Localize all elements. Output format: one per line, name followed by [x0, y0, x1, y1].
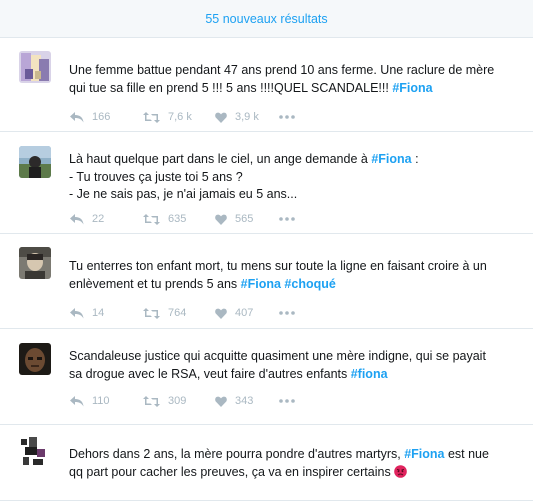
like-button[interactable]: 3,9 k	[215, 111, 279, 123]
reply-count: 22	[92, 213, 105, 225]
tweet-actions: 14 764 407	[70, 307, 303, 319]
tweet-text: Scandaleuse justice qui acquitte quasime…	[69, 349, 486, 381]
reply-button[interactable]: 14	[70, 307, 143, 319]
retweet-count: 764	[168, 307, 187, 319]
reply-count: 166	[92, 111, 111, 123]
tweet[interactable]: Une femme battue pendant 47 ans prend 10…	[0, 38, 533, 132]
hashtag-link[interactable]: #Fiona	[392, 81, 432, 95]
tweet-body: Scandaleuse justice qui acquitte quasime…	[69, 348, 525, 383]
avatar[interactable]	[19, 51, 51, 83]
avatar[interactable]	[19, 343, 51, 375]
reply-icon	[70, 307, 84, 318]
more-icon	[279, 399, 295, 403]
more-icon	[279, 311, 295, 315]
reply-button[interactable]: 166	[70, 111, 143, 123]
tweet-text: Une femme battue pendant 47 ans prend 10…	[69, 63, 495, 95]
retweet-icon	[143, 395, 160, 407]
reply-button[interactable]: 22	[70, 213, 143, 225]
retweet-icon	[143, 213, 160, 225]
hashtag-link[interactable]: #fiona	[351, 367, 388, 381]
tweet-body: Dehors dans 2 ans, la mère pourra pondre…	[69, 446, 525, 481]
avatar[interactable]	[19, 247, 51, 279]
retweet-count: 635	[168, 213, 187, 225]
heart-icon	[215, 308, 227, 319]
tweet-body: Là haut quelque part dans le ciel, un an…	[69, 151, 525, 204]
hashtag-link[interactable]: #choqué	[284, 277, 335, 291]
more-button[interactable]	[279, 311, 303, 315]
avatar[interactable]	[19, 146, 51, 178]
like-count: 343	[235, 395, 254, 407]
reply-count: 110	[92, 395, 110, 407]
retweet-icon	[143, 111, 160, 123]
like-button[interactable]: 343	[215, 395, 279, 407]
search-results-timeline: 55 nouveaux résultats Une femme battue p…	[0, 0, 533, 501]
hashtag-link[interactable]: #Fiona	[371, 152, 411, 166]
like-button[interactable]: 565	[215, 213, 279, 225]
more-button[interactable]	[279, 115, 303, 119]
tweet-body: Tu enterres ton enfant mort, tu mens sur…	[69, 258, 525, 293]
hashtag-link[interactable]: #Fiona	[241, 277, 281, 291]
retweet-button[interactable]: 764	[143, 307, 215, 319]
retweet-button[interactable]: 7,6 k	[143, 111, 215, 123]
like-count: 407	[235, 307, 254, 319]
reply-icon	[70, 395, 84, 406]
tweet-actions: 166 7,6 k 3,9 k	[70, 111, 303, 123]
avatar[interactable]	[19, 435, 51, 467]
tweet-actions: 22 635 565	[70, 213, 303, 225]
retweet-icon	[143, 307, 160, 319]
retweet-button[interactable]: 635	[143, 213, 215, 225]
more-button[interactable]	[279, 217, 303, 221]
tweet[interactable]: Dehors dans 2 ans, la mère pourra pondre…	[0, 425, 533, 501]
tweet[interactable]: Tu enterres ton enfant mort, tu mens sur…	[0, 234, 533, 329]
retweet-count: 7,6 k	[168, 111, 192, 123]
heart-icon	[215, 214, 227, 225]
more-icon	[279, 115, 295, 119]
more-button[interactable]	[279, 399, 303, 403]
heart-icon	[215, 112, 227, 123]
reply-button[interactable]: 110	[70, 395, 143, 407]
like-count: 3,9 k	[235, 111, 259, 123]
tweet-text: Là haut quelque part dans le ciel, un an…	[69, 152, 419, 201]
heart-icon	[215, 396, 227, 407]
tweet[interactable]: Scandaleuse justice qui acquitte quasime…	[0, 329, 533, 425]
angry-face-icon	[394, 464, 407, 478]
retweet-count: 309	[168, 395, 187, 407]
tweet-text: Tu enterres ton enfant mort, tu mens sur…	[69, 259, 487, 291]
like-button[interactable]: 407	[215, 307, 279, 319]
reply-icon	[70, 111, 84, 122]
tweet-actions: 110 309 343	[70, 395, 303, 407]
new-results-label[interactable]: 55 nouveaux résultats	[205, 12, 327, 26]
more-icon	[279, 217, 295, 221]
tweet-text: Dehors dans 2 ans, la mère pourra pondre…	[69, 447, 489, 479]
reply-count: 14	[92, 307, 105, 319]
new-results-banner[interactable]: 55 nouveaux résultats	[0, 0, 533, 38]
hashtag-link[interactable]: #Fiona	[404, 447, 444, 461]
like-count: 565	[235, 213, 254, 225]
tweet-body: Une femme battue pendant 47 ans prend 10…	[69, 62, 525, 97]
tweet[interactable]: Là haut quelque part dans le ciel, un an…	[0, 132, 533, 234]
retweet-button[interactable]: 309	[143, 395, 215, 407]
reply-icon	[70, 213, 84, 224]
